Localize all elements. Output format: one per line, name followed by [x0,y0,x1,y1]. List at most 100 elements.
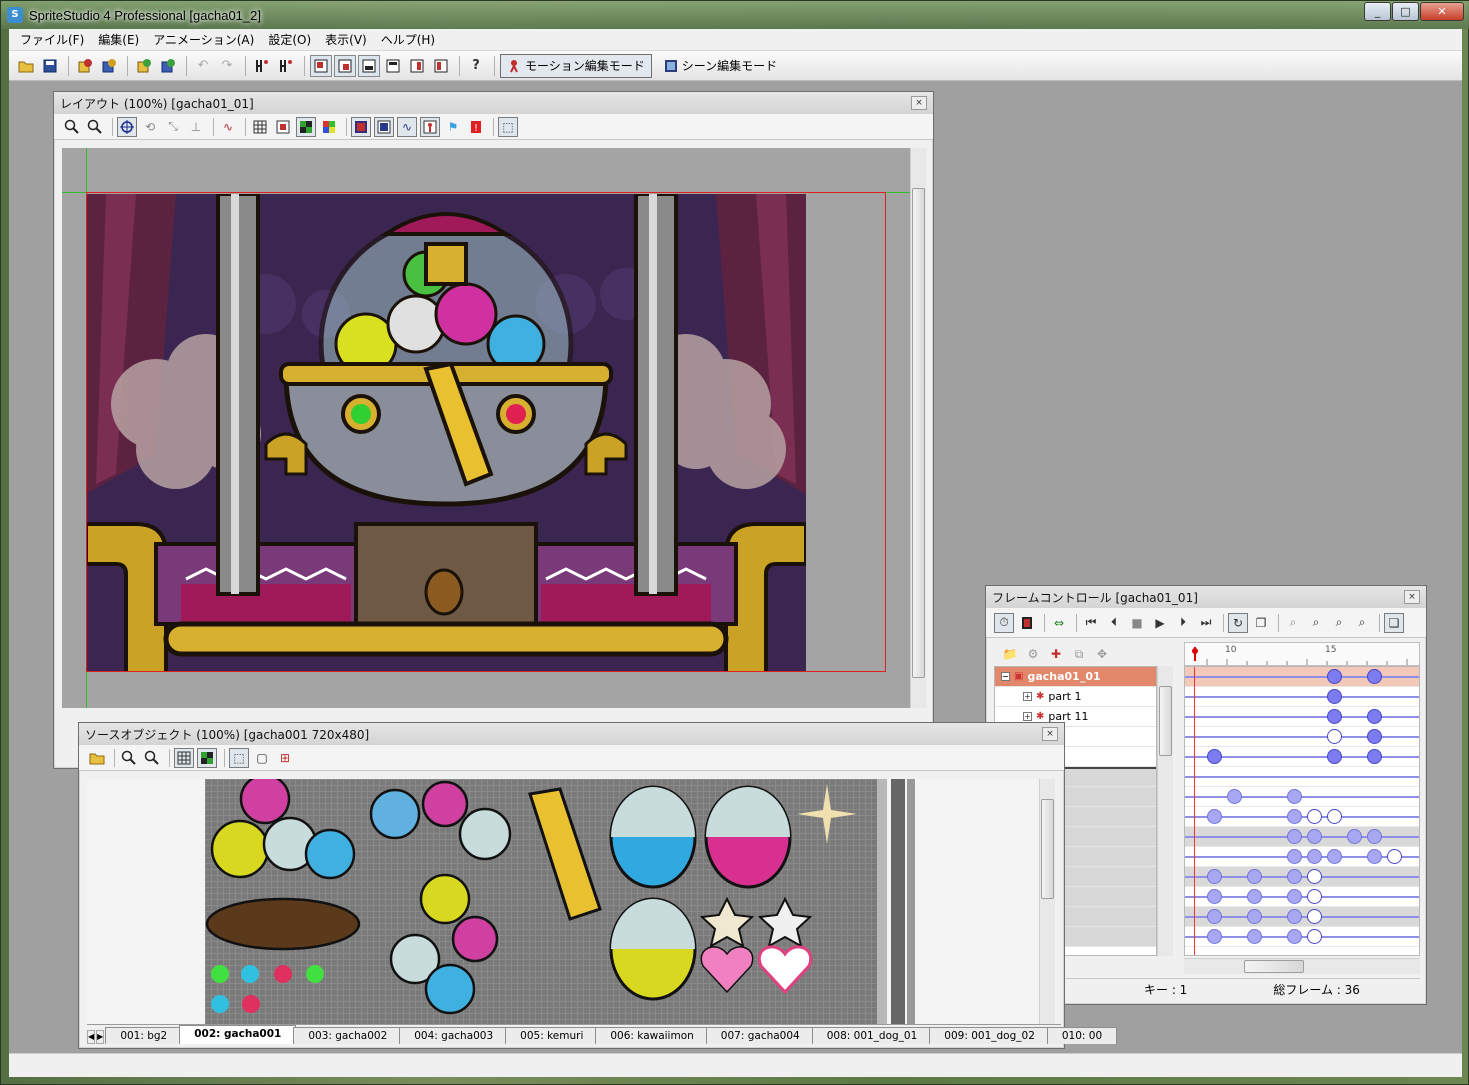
layout-vertical-scrollbar[interactable] [910,148,926,708]
help-icon[interactable]: ? [465,55,487,77]
keyframe-marker[interactable] [1367,829,1382,844]
keyframe-marker[interactable] [1327,809,1342,824]
source-tab[interactable]: 007: gacha004 [705,1027,815,1044]
keyframe-marker[interactable] [1287,809,1302,824]
keyframe-marker[interactable] [1307,809,1322,824]
keyframe-marker[interactable] [1287,829,1302,844]
keyframe-marker[interactable] [1327,669,1342,684]
import-icon[interactable] [74,55,96,77]
palette-icon[interactable] [319,117,339,137]
tab-scroll-right[interactable]: ▶ [96,1030,105,1044]
timeline-scroll-thumb[interactable] [1244,960,1304,973]
keyframe-marker[interactable] [1367,729,1382,744]
part-display-icon[interactable] [420,116,440,137]
film-strip-icon[interactable] [1017,613,1037,633]
timeline-row[interactable] [1185,707,1419,727]
tree-item[interactable]: − ▣ gacha01_01 [995,667,1156,687]
keyframe-marker[interactable] [1327,729,1342,744]
tab-scroll-left[interactable]: ◀ [87,1030,96,1044]
bg-color-icon[interactable] [273,117,293,137]
keyframe-marker[interactable] [1327,689,1342,704]
next-frame-icon[interactable]: ⏵ [1173,613,1193,633]
zoom-in-frame-icon[interactable]: ⌕ [1306,613,1326,633]
source-tab[interactable]: 003: gacha002 [293,1027,403,1044]
keyframe-marker[interactable] [1287,869,1302,884]
keyframe-marker[interactable] [1327,709,1342,724]
redo-icon[interactable]: ↷ [216,55,238,77]
keyframe-marker[interactable] [1307,909,1322,924]
zoom-in-icon[interactable] [119,748,139,768]
tree-item[interactable]: + ✱ part 1 [995,687,1156,707]
timeline-row[interactable] [1185,807,1419,827]
zoom-out-icon[interactable] [142,748,162,768]
clock-icon[interactable]: ⏱ [994,612,1014,633]
play-icon[interactable]: ▶ [1150,613,1170,633]
first-frame-icon[interactable]: ⏮ [1081,613,1101,633]
windows-icon[interactable]: ❐ [1251,613,1271,633]
timeline-row[interactable] [1185,867,1419,887]
keyframe-marker[interactable] [1247,909,1262,924]
copy-icon[interactable]: ⧉ [1069,644,1089,664]
source-tab[interactable]: 010: 00 [1046,1027,1118,1044]
open-icon[interactable] [15,55,37,77]
keyframe-marker[interactable] [1247,929,1262,944]
menu-view[interactable]: 表示(V) [318,29,374,51]
playhead-line[interactable] [1194,667,1195,955]
keyframe-marker[interactable] [1247,889,1262,904]
close-button[interactable]: ✕ [1420,2,1464,21]
keyframe-marker[interactable] [1327,849,1342,864]
insert-frame-icon[interactable]: ⇔ [1049,613,1069,633]
source-tab[interactable]: 009: 001_dog_02 [929,1027,1050,1044]
save-icon[interactable] [39,55,61,77]
source-tab[interactable]: 004: gacha003 [399,1027,509,1044]
collapse-icon[interactable]: − [1001,672,1010,681]
keyframe-marker[interactable] [1287,849,1302,864]
rotate-tool-icon[interactable]: ⟲ [140,117,160,137]
frame-ruler[interactable]: 10 15 [1184,642,1420,666]
expand-icon[interactable]: + [1023,692,1032,701]
window-6-icon[interactable] [430,55,452,77]
keyframe-marker[interactable] [1307,829,1322,844]
timeline-row[interactable] [1185,667,1419,687]
export-icon[interactable] [98,55,120,77]
frame-close-button[interactable]: × [1404,590,1420,604]
timeline-row[interactable] [1185,727,1419,747]
color-grid-icon[interactable] [296,116,316,137]
layer-display-icon[interactable] [374,116,394,137]
menu-settings[interactable]: 設定(O) [261,29,318,51]
source-canvas[interactable] [87,779,1039,1024]
folder-icon[interactable]: 📁 [1000,644,1020,664]
window-4-icon[interactable] [382,55,404,77]
grid-icon[interactable] [174,747,194,768]
tree-scrollbar[interactable] [1157,666,1173,956]
window-1-icon[interactable] [310,54,332,77]
source-tab[interactable]: 002: gacha001 [179,1025,297,1044]
tree-scroll-thumb[interactable] [1159,686,1172,756]
timeline-row[interactable] [1185,907,1419,927]
cell-add-icon[interactable]: ⊞ [275,748,295,768]
zoom-reset-icon[interactable]: ⌕ [1352,613,1372,633]
rect-select-icon[interactable]: ▢ [252,748,272,768]
export2-icon[interactable] [157,55,179,77]
move-icon[interactable]: ✥ [1092,644,1112,664]
keyframe-marker[interactable] [1287,889,1302,904]
menu-animation[interactable]: アニメーション(A) [146,29,261,51]
keyframe-marker[interactable] [1347,829,1362,844]
import2-icon[interactable] [133,55,155,77]
keyframe-marker[interactable] [1287,909,1302,924]
zoom-in-icon[interactable] [62,117,82,137]
select-tool-icon[interactable]: ⬚ [498,116,518,137]
settings-icon[interactable]: ⚙ [1023,644,1043,664]
menu-help[interactable]: ヘルプ(H) [374,29,442,51]
keyframe-marker[interactable] [1367,849,1382,864]
stop-icon[interactable]: ■ [1127,613,1147,633]
source-tab[interactable]: 005: kemuri [505,1027,599,1044]
curve-icon[interactable]: ∿ [218,117,238,137]
keyframe-marker[interactable] [1307,869,1322,884]
timeline-row[interactable] [1185,927,1419,947]
keyframe-marker[interactable] [1207,869,1222,884]
flag-icon[interactable]: ⚑ [443,117,463,137]
keyframe-marker[interactable] [1207,749,1222,764]
source-tab[interactable]: 006: kawaiimon [595,1027,709,1044]
timeline-row[interactable] [1185,767,1419,787]
